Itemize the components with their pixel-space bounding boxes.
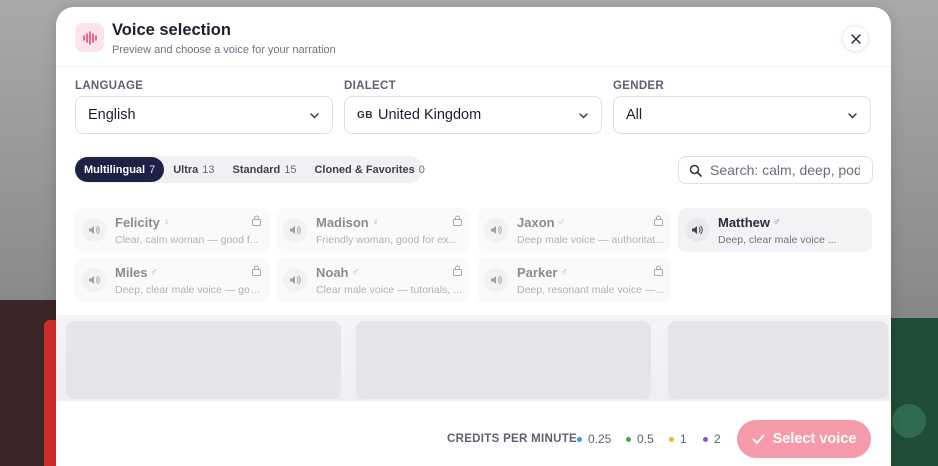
voice-name: Parker: [517, 265, 558, 280]
language-value: English: [88, 107, 136, 123]
dialect-value: United Kingdom: [378, 107, 482, 123]
gender-select[interactable]: All: [613, 96, 871, 134]
dialect-label: DIALECT: [344, 80, 396, 92]
credit-rate-2: 1: [669, 432, 687, 446]
lock-icon: [654, 265, 663, 276]
voice-selection-modal: Voice selection Preview and choose a voi…: [56, 7, 891, 466]
speaker-icon[interactable]: [82, 218, 106, 242]
voice-name: Madison: [316, 215, 369, 230]
voice-name: Felicity: [115, 215, 160, 230]
modal-subtitle: Preview and choose a voice for your narr…: [112, 44, 336, 56]
male-icon: ♂: [773, 217, 781, 228]
background-thumbnail-left: [0, 300, 60, 466]
credits-per-minute-label: CREDITS PER MINUTE: [447, 433, 577, 445]
voice-card-felicity[interactable]: Felicity ♀ Clear, calm woman — good f...: [75, 208, 269, 252]
gender-value: All: [626, 107, 643, 123]
voice-name: Noah: [316, 265, 349, 280]
credit-rate-0: 0.25: [577, 432, 611, 446]
close-icon: [850, 33, 861, 44]
male-icon: ♂: [150, 267, 159, 278]
voice-card-jaxon[interactable]: Jaxon ♂ Deep male voice — authoritat...: [477, 208, 671, 252]
lock-icon: [654, 215, 663, 226]
modal-footer: CREDITS PER MINUTE 0.25 0.5 1 2 Select v…: [56, 400, 891, 466]
voice-card-matthew[interactable]: Matthew ♂ Deep, clear male voice ...: [678, 208, 872, 252]
voice-card-madison[interactable]: Madison ♀ Friendly woman, good for ex...: [276, 208, 470, 252]
male-icon: ♂: [557, 217, 566, 228]
close-button[interactable]: [842, 25, 869, 52]
male-icon: ♂: [351, 267, 360, 278]
speaker-icon[interactable]: [283, 218, 307, 242]
check-icon: [752, 434, 765, 445]
tab-ultra[interactable]: Ultra 13: [164, 157, 223, 182]
modal-header: Voice selection Preview and choose a voi…: [56, 7, 891, 67]
audio-wave-icon: [75, 23, 104, 52]
voice-description: Clear, calm woman — good f...: [115, 234, 259, 246]
gender-label: GENDER: [613, 80, 665, 92]
speaker-icon[interactable]: [82, 268, 106, 292]
header-divider: [56, 66, 891, 67]
tab-multilingual[interactable]: Multilingual 7: [75, 157, 165, 182]
voice-card-miles[interactable]: Miles ♂ Deep, clear male voice — goo...: [75, 258, 269, 302]
tab-standard[interactable]: Standard 15: [224, 157, 306, 182]
voice-name: Miles: [115, 265, 148, 280]
speaker-icon[interactable]: [484, 218, 508, 242]
credit-rate-3: 2: [703, 432, 721, 446]
voice-card-parker[interactable]: Parker ♂ Deep, resonant male voice —...: [477, 258, 671, 302]
lock-icon: [252, 265, 261, 276]
female-icon: ♀: [371, 217, 380, 228]
voice-description: Friendly woman, good for ex...: [316, 234, 458, 246]
voice-card-noah[interactable]: Noah ♂ Clear male voice — tutorials, ...: [276, 258, 470, 302]
speaker-icon[interactable]: [685, 218, 709, 242]
male-icon: ♂: [560, 267, 568, 278]
language-label: LANGUAGE: [75, 80, 144, 92]
chevron-down-icon: [310, 113, 319, 119]
language-select[interactable]: English: [75, 96, 333, 134]
flag-code: GB: [357, 109, 373, 121]
search-box: [678, 156, 873, 184]
lock-icon: [252, 215, 261, 226]
select-voice-label: Select voice: [772, 431, 857, 447]
tab-cloned-favorites[interactable]: Cloned & Favorites 0: [305, 157, 433, 182]
voice-description: Deep, resonant male voice —...: [517, 284, 665, 296]
modal-title: Voice selection: [112, 21, 231, 39]
voice-name: Jaxon: [517, 215, 555, 230]
search-icon: [689, 164, 702, 177]
scroll-fade-overlay: [56, 315, 891, 400]
credit-rate-1: 0.5: [626, 432, 654, 446]
speaker-icon[interactable]: [484, 268, 508, 292]
lock-icon: [453, 265, 462, 276]
chevron-down-icon: [848, 113, 857, 119]
search-input[interactable]: [710, 162, 860, 178]
dialect-select[interactable]: GB United Kingdom: [344, 96, 602, 134]
speaker-icon[interactable]: [283, 268, 307, 292]
female-icon: ♀: [162, 217, 171, 228]
chevron-down-icon: [579, 113, 588, 119]
voice-description: Deep male voice — authoritat...: [517, 234, 665, 246]
lock-icon: [453, 215, 462, 226]
voice-name: Matthew: [718, 215, 770, 230]
voice-description: Deep, clear male voice ...: [718, 234, 837, 246]
select-voice-button[interactable]: Select voice: [737, 420, 871, 458]
voice-description: Deep, clear male voice — goo...: [115, 284, 263, 296]
background-thumbnail-right: [886, 318, 938, 466]
voice-category-tabs: Multilingual 7 Ultra 13 Standard 15 Cloned …: [75, 156, 425, 183]
voice-description: Clear male voice — tutorials, ...: [316, 284, 462, 296]
